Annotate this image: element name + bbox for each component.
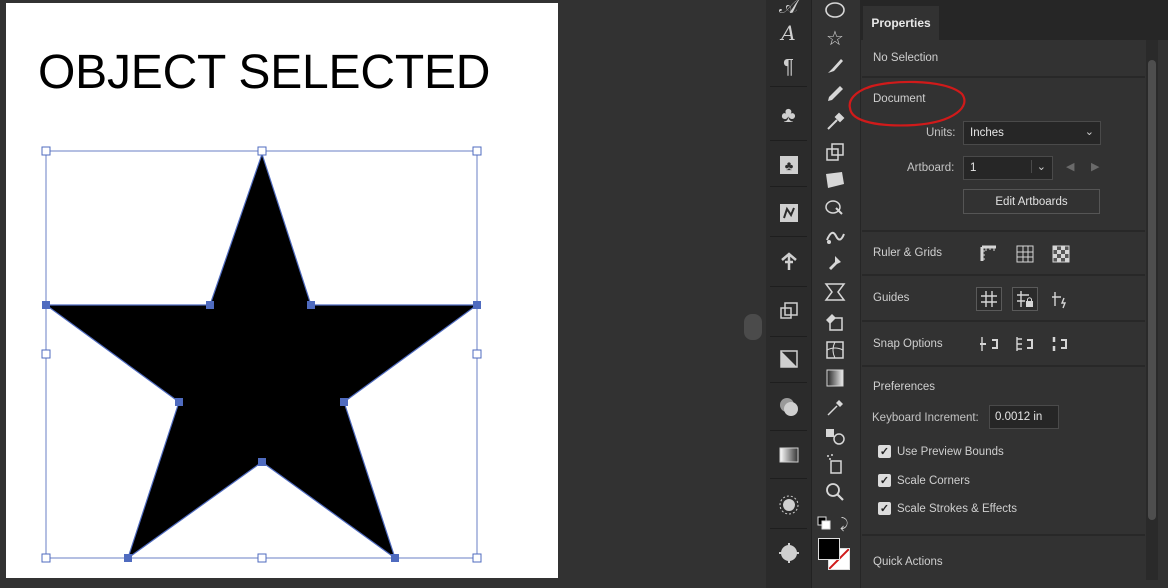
checkmark-icon[interactable]: ✓ [878,502,891,515]
snap-to-point-icon[interactable] [976,332,1002,356]
artboard-dropdown[interactable]: 1 ⌄ [963,156,1053,180]
scale-strokes-effects-checkbox[interactable]: ✓ Scale Strokes & Effects [878,502,1017,515]
eyedropper-alt-icon[interactable] [822,396,848,420]
color-theme-icon[interactable] [766,482,811,528]
pin-icon[interactable] [822,252,848,276]
symbols-icon[interactable]: ♣ [766,92,811,138]
ruler-grids-heading: Ruler & Grids [873,247,943,259]
scale-corners-checkbox[interactable]: ✓ Scale Corners [878,474,970,487]
appearance-icon[interactable] [766,384,811,430]
snap-to-glyph-icon[interactable] [1048,332,1074,356]
symbol-libraries-icon[interactable]: ♣ [766,142,811,188]
gradient-icon[interactable] [766,432,811,478]
artboard-label: Artboard: [907,162,955,174]
perspective-grid-icon[interactable] [822,280,848,304]
fill-swatch[interactable] [818,538,840,560]
image-trace-icon[interactable] [766,190,811,236]
units-dropdown[interactable]: Inches ⌄ [963,121,1101,145]
show-guides-icon[interactable] [976,287,1002,311]
chevron-down-icon: ⌄ [1030,160,1046,173]
checkmark-icon[interactable]: ✓ [878,474,891,487]
edit-artboards-button[interactable]: Edit Artboards [963,189,1100,214]
star-tool-icon[interactable]: ☆ [822,26,848,50]
ruler-icon[interactable] [976,242,1002,266]
lock-guides-icon[interactable] [1012,287,1038,311]
navigator-icon[interactable] [766,530,811,576]
panel-scrollbar-thumb[interactable] [1148,60,1156,520]
svg-text:♣: ♣ [784,158,793,173]
checkmark-icon[interactable]: ✓ [878,445,891,458]
artboard-canvas[interactable]: OBJECT SELECTED [6,3,558,578]
live-paint-icon[interactable] [822,310,848,334]
use-preview-bounds-checkbox[interactable]: ✓ Use Preview Bounds [878,445,1004,458]
keyboard-increment-label: Keyboard Increment: [872,412,979,424]
panel-dock: 𝒜 A ¶ ♣ ♣ [766,0,812,588]
keyboard-increment-field[interactable]: 0.0012 in [989,405,1059,429]
grid-icon[interactable] [1012,242,1038,266]
chevron-down-icon: ⌄ [1084,126,1094,138]
ellipse-tool-icon[interactable] [822,0,848,22]
free-transform-icon[interactable] [822,168,848,192]
swap-colors-icon[interactable]: ⤸ [840,515,848,532]
default-colors-icon[interactable] [817,516,831,530]
previous-artboard-icon[interactable]: ◀ [1066,160,1074,173]
quick-actions-heading: Quick Actions [873,556,943,568]
snap-options-heading: Snap Options [873,338,943,350]
scale-tool-icon[interactable] [822,140,848,164]
panel-resize-grip[interactable] [744,314,762,340]
transparency-grid-icon[interactable] [1048,242,1074,266]
paragraph-icon[interactable]: ¶ [766,44,811,90]
no-selection-label: No Selection [873,52,939,64]
gradient-tool-icon[interactable] [822,366,848,390]
artboards-icon[interactable] [766,288,811,334]
tab-properties[interactable]: Properties [863,6,939,40]
shape-builder-icon[interactable] [822,196,848,220]
snap-to-pixel-icon[interactable] [1012,332,1038,356]
selected-star-object[interactable] [6,3,558,578]
smart-guides-icon[interactable] [1048,287,1074,311]
red-circle-annotation [848,80,966,127]
mesh-tool-icon[interactable] [822,338,848,362]
zoom-tool-icon[interactable] [822,480,848,504]
preferences-heading: Preferences [873,381,936,393]
next-artboard-icon[interactable]: ▶ [1091,160,1099,173]
puppet-warp-icon[interactable] [766,238,811,284]
puppet-warp-tool-icon[interactable] [822,224,848,248]
paintbrush-tool-icon[interactable] [822,54,848,78]
guides-heading: Guides [873,292,910,304]
transparency-icon[interactable] [766,336,811,382]
star-shape [44,152,479,560]
symbol-sprayer-icon[interactable] [822,452,848,476]
blend-tool-icon[interactable] [822,424,848,448]
